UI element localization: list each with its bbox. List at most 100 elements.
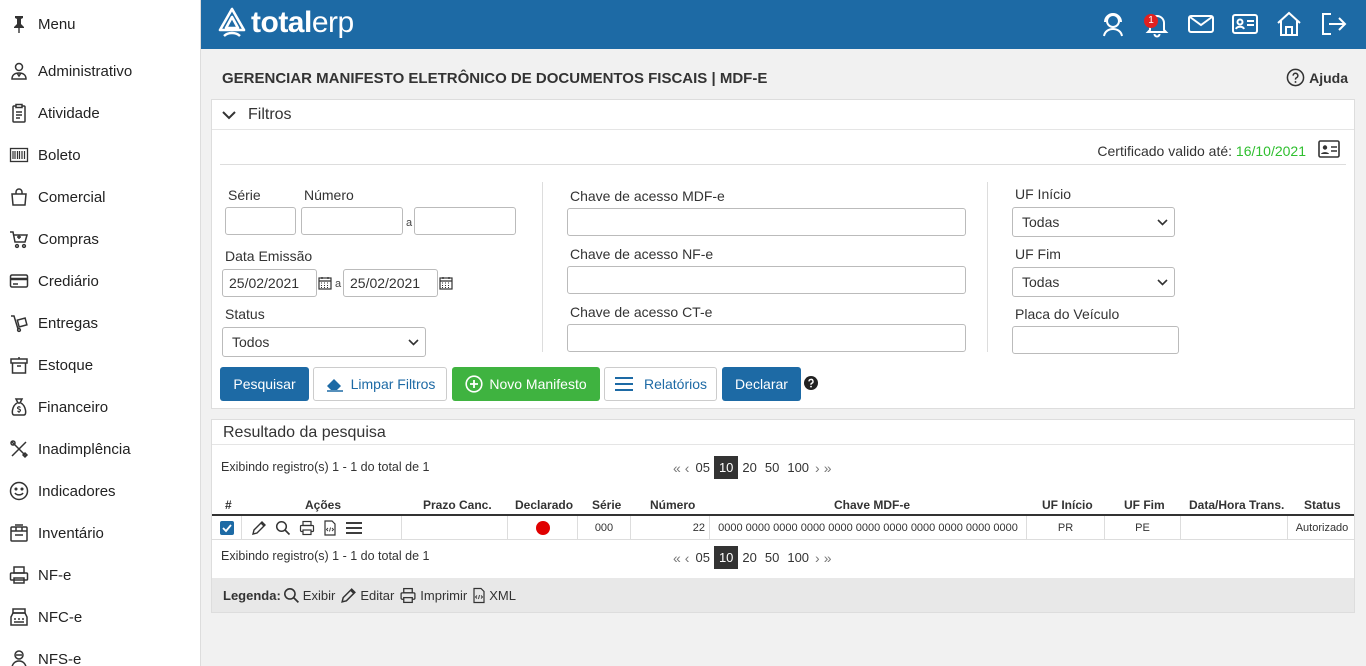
filters-panel: Filtros Certificado valido até: 16/10/20… [211, 99, 1355, 409]
certificate-card-icon[interactable] [1318, 140, 1340, 158]
first-page-icon[interactable]: « [671, 550, 683, 566]
uf-fim-label: UF Fim [1015, 246, 1061, 262]
pesquisar-button[interactable]: Pesquisar [220, 367, 309, 401]
sidebar-item-financeiro[interactable]: Financeiro [0, 386, 200, 428]
page-size-20[interactable]: 20 [738, 460, 760, 475]
status-select[interactable]: Todos [222, 327, 426, 357]
page-size-10[interactable]: 10 [713, 546, 739, 569]
calendar-icon[interactable] [318, 276, 332, 290]
plus-circle-icon [465, 375, 483, 393]
logo-text: totalerp [251, 6, 354, 39]
notifications-button[interactable]: 1 [1142, 8, 1172, 40]
page-size-20[interactable]: 20 [738, 550, 760, 565]
sidebar-item-label: Indicadores [38, 482, 116, 500]
sidebar-item-crediario[interactable]: Crediário [0, 260, 200, 302]
placa-input[interactable] [1012, 326, 1179, 354]
checkbox-checked[interactable] [219, 521, 234, 535]
last-page-icon[interactable]: » [822, 550, 834, 566]
serie-label: Série [228, 187, 261, 203]
next-page-icon[interactable]: › [813, 460, 822, 476]
last-page-icon[interactable]: » [822, 460, 834, 476]
home-button[interactable] [1274, 8, 1304, 40]
col-header-acoes: Ações [305, 498, 342, 512]
sidebar-item-label: NFS-e [38, 650, 82, 666]
help-button[interactable]: Ajuda [1286, 68, 1348, 87]
logout-button[interactable] [1318, 8, 1348, 40]
declarar-label: Declarar [735, 376, 788, 392]
sidebar-item-nfe[interactable]: NF-e [0, 554, 200, 596]
search-icon[interactable] [275, 520, 291, 536]
relatorios-button[interactable]: Relatórios [604, 367, 717, 401]
chave-cte-label: Chave de acesso CT-e [570, 304, 713, 320]
legend-editar-label: Editar [360, 587, 395, 603]
data-inicio-input[interactable]: 25/02/2021 [222, 269, 317, 297]
sidebar-item-indicadores[interactable]: Indicadores [0, 470, 200, 512]
page-size-05[interactable]: 05 [691, 460, 713, 475]
table-row[interactable]: 000 22 0000 0000 0000 0000 0000 0000 000… [212, 516, 1354, 540]
chevron-down-icon [408, 338, 419, 346]
xml-file-icon[interactable] [323, 520, 337, 536]
uf-inicio-select-value: Todas [1022, 214, 1060, 230]
sidebar-item-inadimplencia[interactable]: Inadimplência [0, 428, 200, 470]
support-button[interactable] [1098, 8, 1128, 40]
page-size-50[interactable]: 50 [761, 550, 783, 565]
mail-icon [1188, 15, 1214, 33]
novo-manifesto-button[interactable]: Novo Manifesto [452, 367, 600, 401]
menu-lines-icon[interactable] [345, 521, 363, 535]
sidebar-item-entregas[interactable]: Entregas [0, 302, 200, 344]
numero-label: Número [304, 187, 354, 203]
page-size-100[interactable]: 100 [783, 460, 813, 475]
prev-page-icon[interactable]: ‹ [683, 550, 692, 566]
data-fim-input[interactable]: 25/02/2021 [343, 269, 438, 297]
money-bag-icon [0, 397, 38, 417]
page-size-10[interactable]: 10 [713, 456, 739, 479]
sidebar-item-atividade[interactable]: Atividade [0, 92, 200, 134]
profile-card-button[interactable] [1230, 8, 1260, 40]
messages-button[interactable] [1186, 8, 1216, 40]
uf-inicio-select[interactable]: Todas [1012, 207, 1175, 237]
print-icon[interactable] [299, 520, 315, 536]
page-size-50[interactable]: 50 [761, 460, 783, 475]
sidebar-item-menu[interactable]: Menu [0, 3, 200, 45]
col-header-numero: Número [650, 498, 696, 512]
page-size-05[interactable]: 05 [691, 550, 713, 565]
chave-nfe-input[interactable] [567, 266, 966, 294]
declarar-button[interactable]: Declarar [722, 367, 801, 401]
sidebar-item-nfse[interactable]: NFS-e [0, 638, 200, 666]
eraser-icon [326, 379, 343, 392]
smile-icon [0, 481, 38, 501]
filters-toggle[interactable]: Filtros [212, 100, 1354, 130]
serie-input[interactable] [225, 207, 296, 235]
sidebar-item-inventario[interactable]: Inventário [0, 512, 200, 554]
page-size-100[interactable]: 100 [783, 550, 813, 565]
sidebar-item-label: NFC-e [38, 608, 83, 626]
edit-pencil-icon[interactable] [251, 520, 267, 536]
sidebar-item-comercial[interactable]: Comercial [0, 176, 200, 218]
numero-fim-input[interactable] [414, 207, 516, 235]
list-icon [614, 377, 633, 391]
chave-mdfe-label: Chave de acesso MDF-e [570, 188, 725, 204]
chave-mdfe-input[interactable] [567, 208, 966, 236]
question-icon[interactable] [804, 376, 818, 390]
records-info-bottom: Exibindo registro(s) 1 - 1 do total de 1 [221, 549, 430, 563]
numero-inicio-input[interactable] [301, 207, 403, 235]
logo[interactable]: totalerp [217, 6, 354, 40]
sidebar-item-nfce[interactable]: NFC-e [0, 596, 200, 638]
top-bar: totalerp 1 [201, 0, 1366, 49]
legend-bar: Legenda: Exibir Editar Imprimir XML [212, 578, 1354, 612]
chave-cte-input[interactable] [567, 324, 966, 352]
sidebar-item-estoque[interactable]: Estoque [0, 344, 200, 386]
limpar-filtros-button[interactable]: Limpar Filtros [313, 367, 447, 401]
uf-fim-select[interactable]: Todas [1012, 267, 1175, 297]
calendar-icon[interactable] [439, 276, 453, 290]
pager-top: « ‹ 05 10 20 50 100 › » [671, 456, 834, 479]
top-icons: 1 [1098, 8, 1348, 40]
sidebar-item-administrativo[interactable]: Administrativo [0, 50, 200, 92]
next-page-icon[interactable]: › [813, 550, 822, 566]
clipboard-icon [0, 103, 38, 123]
first-page-icon[interactable]: « [671, 460, 683, 476]
sidebar-item-compras[interactable]: Compras [0, 218, 200, 260]
sidebar-item-boleto[interactable]: Boleto [0, 134, 200, 176]
prev-page-icon[interactable]: ‹ [683, 460, 692, 476]
certificate-date: 16/10/2021 [1235, 143, 1306, 159]
